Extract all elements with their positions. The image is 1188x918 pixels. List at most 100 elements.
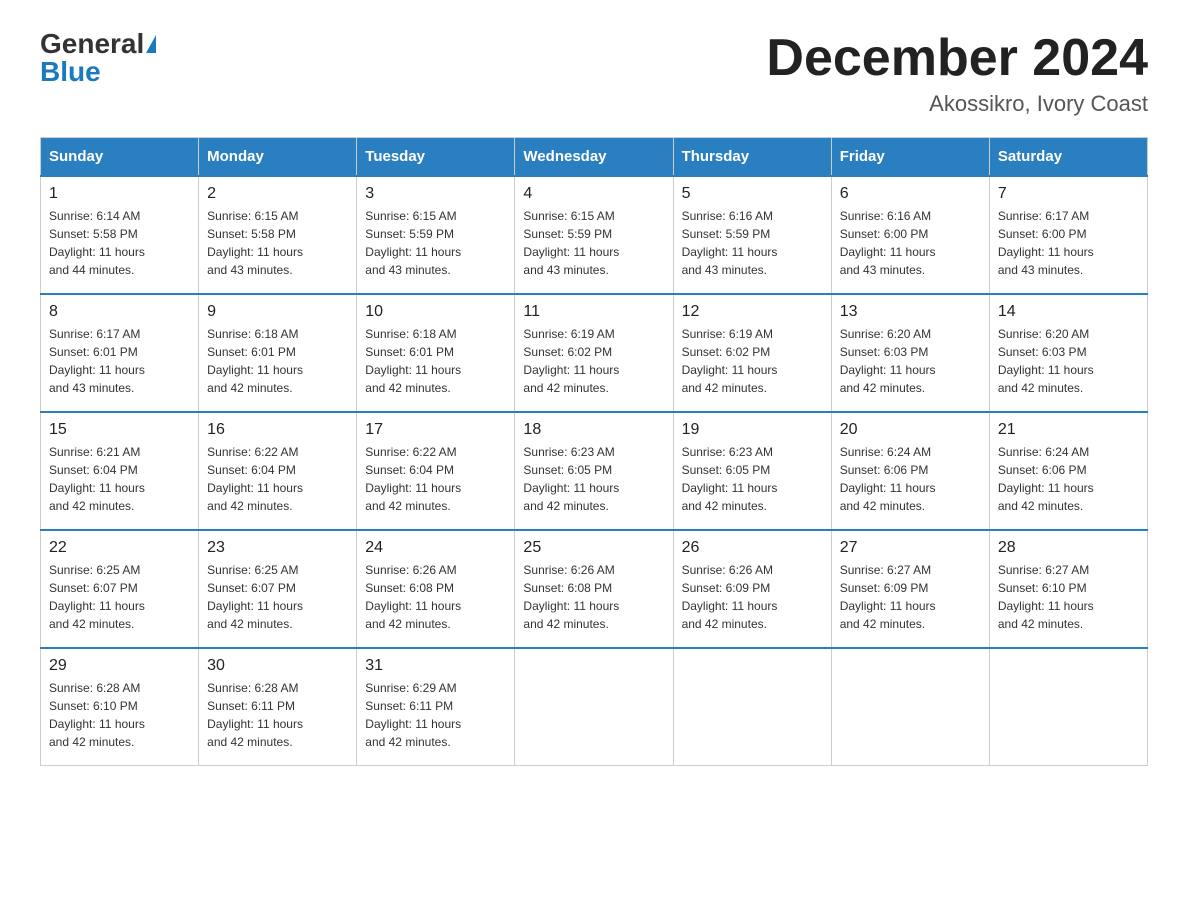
day-number: 7 [998, 185, 1139, 203]
calendar-cell: 26 Sunrise: 6:26 AMSunset: 6:09 PMDaylig… [673, 530, 831, 648]
day-number: 22 [49, 539, 190, 557]
day-number: 17 [365, 421, 506, 439]
day-info: Sunrise: 6:23 AMSunset: 6:05 PMDaylight:… [682, 445, 778, 513]
header-monday: Monday [199, 138, 357, 177]
logo-triangle-icon [146, 35, 156, 53]
calendar-cell: 10 Sunrise: 6:18 AMSunset: 6:01 PMDaylig… [357, 294, 515, 412]
header-saturday: Saturday [989, 138, 1147, 177]
day-number: 16 [207, 421, 348, 439]
day-info: Sunrise: 6:15 AMSunset: 5:59 PMDaylight:… [523, 209, 619, 277]
calendar-cell: 14 Sunrise: 6:20 AMSunset: 6:03 PMDaylig… [989, 294, 1147, 412]
calendar-cell: 23 Sunrise: 6:25 AMSunset: 6:07 PMDaylig… [199, 530, 357, 648]
day-number: 20 [840, 421, 981, 439]
day-info: Sunrise: 6:23 AMSunset: 6:05 PMDaylight:… [523, 445, 619, 513]
calendar-cell: 11 Sunrise: 6:19 AMSunset: 6:02 PMDaylig… [515, 294, 673, 412]
page-header: General Blue December 2024 Akossikro, Iv… [40, 30, 1148, 117]
header-wednesday: Wednesday [515, 138, 673, 177]
day-number: 26 [682, 539, 823, 557]
calendar-cell: 29 Sunrise: 6:28 AMSunset: 6:10 PMDaylig… [41, 648, 199, 766]
day-info: Sunrise: 6:15 AMSunset: 5:59 PMDaylight:… [365, 209, 461, 277]
calendar-cell [515, 648, 673, 766]
day-info: Sunrise: 6:27 AMSunset: 6:09 PMDaylight:… [840, 563, 936, 631]
day-info: Sunrise: 6:26 AMSunset: 6:08 PMDaylight:… [365, 563, 461, 631]
day-number: 4 [523, 185, 664, 203]
day-info: Sunrise: 6:28 AMSunset: 6:10 PMDaylight:… [49, 681, 145, 749]
calendar-cell: 5 Sunrise: 6:16 AMSunset: 5:59 PMDayligh… [673, 176, 831, 294]
day-info: Sunrise: 6:28 AMSunset: 6:11 PMDaylight:… [207, 681, 303, 749]
day-info: Sunrise: 6:29 AMSunset: 6:11 PMDaylight:… [365, 681, 461, 749]
header-thursday: Thursday [673, 138, 831, 177]
day-info: Sunrise: 6:14 AMSunset: 5:58 PMDaylight:… [49, 209, 145, 277]
day-number: 13 [840, 303, 981, 321]
day-number: 31 [365, 657, 506, 675]
calendar-cell [831, 648, 989, 766]
calendar-cell: 18 Sunrise: 6:23 AMSunset: 6:05 PMDaylig… [515, 412, 673, 530]
day-info: Sunrise: 6:17 AMSunset: 6:01 PMDaylight:… [49, 327, 145, 395]
day-info: Sunrise: 6:18 AMSunset: 6:01 PMDaylight:… [365, 327, 461, 395]
day-number: 3 [365, 185, 506, 203]
calendar-cell: 30 Sunrise: 6:28 AMSunset: 6:11 PMDaylig… [199, 648, 357, 766]
calendar-cell: 24 Sunrise: 6:26 AMSunset: 6:08 PMDaylig… [357, 530, 515, 648]
day-number: 23 [207, 539, 348, 557]
week-row: 22 Sunrise: 6:25 AMSunset: 6:07 PMDaylig… [41, 530, 1148, 648]
calendar-cell: 20 Sunrise: 6:24 AMSunset: 6:06 PMDaylig… [831, 412, 989, 530]
day-info: Sunrise: 6:20 AMSunset: 6:03 PMDaylight:… [998, 327, 1094, 395]
logo-general-text: General [40, 30, 144, 58]
day-number: 15 [49, 421, 190, 439]
day-info: Sunrise: 6:20 AMSunset: 6:03 PMDaylight:… [840, 327, 936, 395]
day-number: 18 [523, 421, 664, 439]
day-number: 8 [49, 303, 190, 321]
calendar-cell: 2 Sunrise: 6:15 AMSunset: 5:58 PMDayligh… [199, 176, 357, 294]
calendar-cell [673, 648, 831, 766]
day-info: Sunrise: 6:26 AMSunset: 6:08 PMDaylight:… [523, 563, 619, 631]
calendar-cell: 13 Sunrise: 6:20 AMSunset: 6:03 PMDaylig… [831, 294, 989, 412]
day-number: 14 [998, 303, 1139, 321]
calendar-cell: 31 Sunrise: 6:29 AMSunset: 6:11 PMDaylig… [357, 648, 515, 766]
day-number: 9 [207, 303, 348, 321]
calendar-table: SundayMondayTuesdayWednesdayThursdayFrid… [40, 137, 1148, 766]
week-row: 1 Sunrise: 6:14 AMSunset: 5:58 PMDayligh… [41, 176, 1148, 294]
day-info: Sunrise: 6:25 AMSunset: 6:07 PMDaylight:… [49, 563, 145, 631]
month-title: December 2024 [766, 30, 1148, 87]
header-sunday: Sunday [41, 138, 199, 177]
calendar-cell: 9 Sunrise: 6:18 AMSunset: 6:01 PMDayligh… [199, 294, 357, 412]
day-info: Sunrise: 6:26 AMSunset: 6:09 PMDaylight:… [682, 563, 778, 631]
week-row: 8 Sunrise: 6:17 AMSunset: 6:01 PMDayligh… [41, 294, 1148, 412]
day-number: 10 [365, 303, 506, 321]
day-info: Sunrise: 6:17 AMSunset: 6:00 PMDaylight:… [998, 209, 1094, 277]
day-info: Sunrise: 6:22 AMSunset: 6:04 PMDaylight:… [365, 445, 461, 513]
day-info: Sunrise: 6:15 AMSunset: 5:58 PMDaylight:… [207, 209, 303, 277]
day-number: 6 [840, 185, 981, 203]
calendar-cell: 6 Sunrise: 6:16 AMSunset: 6:00 PMDayligh… [831, 176, 989, 294]
calendar-cell: 21 Sunrise: 6:24 AMSunset: 6:06 PMDaylig… [989, 412, 1147, 530]
calendar-body: 1 Sunrise: 6:14 AMSunset: 5:58 PMDayligh… [41, 176, 1148, 766]
logo-blue-text: Blue [40, 58, 101, 86]
calendar-cell: 28 Sunrise: 6:27 AMSunset: 6:10 PMDaylig… [989, 530, 1147, 648]
day-number: 30 [207, 657, 348, 675]
day-number: 12 [682, 303, 823, 321]
week-row: 29 Sunrise: 6:28 AMSunset: 6:10 PMDaylig… [41, 648, 1148, 766]
day-number: 19 [682, 421, 823, 439]
calendar-cell: 22 Sunrise: 6:25 AMSunset: 6:07 PMDaylig… [41, 530, 199, 648]
day-number: 24 [365, 539, 506, 557]
logo: General Blue [40, 30, 156, 86]
day-number: 29 [49, 657, 190, 675]
day-number: 25 [523, 539, 664, 557]
calendar-cell: 19 Sunrise: 6:23 AMSunset: 6:05 PMDaylig… [673, 412, 831, 530]
calendar-cell: 8 Sunrise: 6:17 AMSunset: 6:01 PMDayligh… [41, 294, 199, 412]
title-block: December 2024 Akossikro, Ivory Coast [766, 30, 1148, 117]
calendar-cell: 12 Sunrise: 6:19 AMSunset: 6:02 PMDaylig… [673, 294, 831, 412]
header-row: SundayMondayTuesdayWednesdayThursdayFrid… [41, 138, 1148, 177]
calendar-cell: 15 Sunrise: 6:21 AMSunset: 6:04 PMDaylig… [41, 412, 199, 530]
day-info: Sunrise: 6:16 AMSunset: 5:59 PMDaylight:… [682, 209, 778, 277]
day-info: Sunrise: 6:19 AMSunset: 6:02 PMDaylight:… [523, 327, 619, 395]
calendar-cell: 25 Sunrise: 6:26 AMSunset: 6:08 PMDaylig… [515, 530, 673, 648]
day-number: 1 [49, 185, 190, 203]
calendar-cell [989, 648, 1147, 766]
calendar-cell: 4 Sunrise: 6:15 AMSunset: 5:59 PMDayligh… [515, 176, 673, 294]
calendar-cell: 27 Sunrise: 6:27 AMSunset: 6:09 PMDaylig… [831, 530, 989, 648]
day-info: Sunrise: 6:27 AMSunset: 6:10 PMDaylight:… [998, 563, 1094, 631]
day-info: Sunrise: 6:18 AMSunset: 6:01 PMDaylight:… [207, 327, 303, 395]
header-friday: Friday [831, 138, 989, 177]
day-number: 27 [840, 539, 981, 557]
